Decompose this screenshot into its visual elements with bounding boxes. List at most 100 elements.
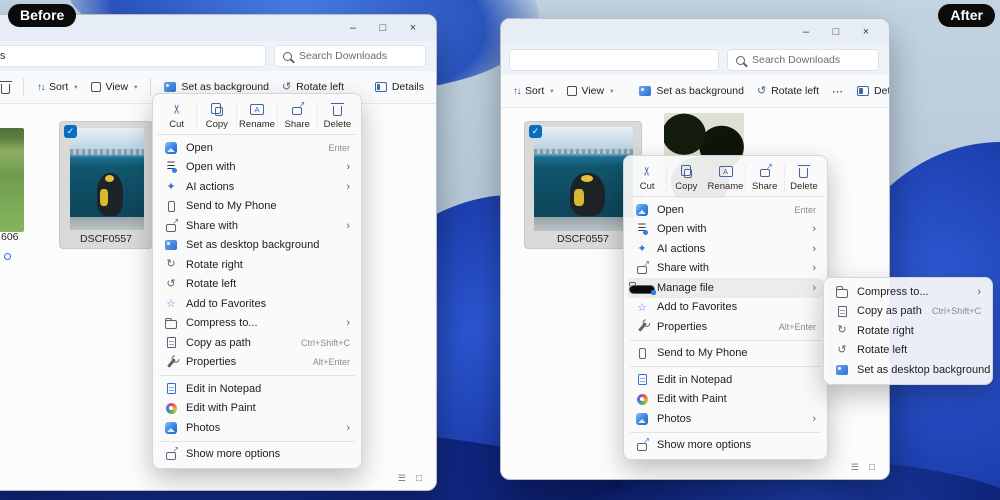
show-more-icon bbox=[166, 452, 176, 460]
paint-icon bbox=[166, 403, 177, 414]
search-box[interactable]: Search Downloads bbox=[727, 49, 879, 71]
search-box[interactable]: Search Downloads bbox=[274, 45, 426, 67]
menu-item-open[interactable]: OpenEnter bbox=[157, 138, 357, 158]
photo-diver bbox=[70, 128, 144, 230]
minimize-button[interactable]: – bbox=[791, 19, 821, 45]
menu-item-set-as-desktop-background[interactable]: Set as desktop background bbox=[157, 236, 357, 256]
command-bar: ✂Cut Copy Rename Share Delete bbox=[157, 98, 357, 135]
menu-item-edit-in-notepad[interactable]: Edit in Notepad bbox=[628, 370, 823, 390]
chevron-down-icon: ▾ bbox=[550, 87, 553, 95]
skyline bbox=[534, 149, 633, 154]
menu-item-rotate-left[interactable]: ↺Rotate left bbox=[157, 275, 357, 295]
sort-icon: ↑↓ bbox=[37, 82, 44, 93]
boat-edge bbox=[534, 217, 633, 231]
chevron-right-icon: › bbox=[809, 223, 816, 235]
sort-button[interactable]: ↑↓Sort▾ bbox=[513, 85, 554, 97]
notepad-icon bbox=[638, 374, 647, 385]
menu-item-send-to-my-phone[interactable]: Send to My Phone bbox=[157, 197, 357, 217]
cut-button[interactable]: ✂Cut bbox=[157, 102, 196, 130]
menu-item-add-to-favorites[interactable]: ☆Add to Favorites bbox=[157, 294, 357, 314]
menu-item-ai-actions[interactable]: ✦AI actions› bbox=[157, 177, 357, 197]
menu-item-properties[interactable]: PropertiesAlt+Enter bbox=[628, 317, 823, 337]
checkbox-checked[interactable]: ✓ bbox=[64, 125, 77, 138]
menu-item-show-more-options[interactable]: Show more options bbox=[157, 445, 357, 465]
file-thumbnail-selected[interactable]: ✓ DSCF0557 bbox=[59, 121, 153, 249]
submenu-item-compress-to[interactable]: Compress to...› bbox=[828, 282, 988, 302]
menu-item-rotate-right[interactable]: ↻Rotate right bbox=[157, 255, 357, 275]
share-button[interactable]: Share bbox=[745, 164, 784, 192]
menu-item-manage-file[interactable]: Manage file› bbox=[628, 278, 823, 298]
menu-item-properties[interactable]: PropertiesAlt+Enter bbox=[157, 353, 357, 373]
sort-button[interactable]: ↑↓Sort▾ bbox=[37, 81, 78, 93]
delete-button[interactable]: Delete bbox=[317, 102, 357, 130]
trash-icon bbox=[333, 106, 342, 116]
menu-item-edit-with-paint[interactable]: Edit with Paint bbox=[628, 390, 823, 410]
menu-item-open-with[interactable]: ☰Open with› bbox=[628, 220, 823, 240]
rename-button[interactable]: Rename bbox=[705, 164, 744, 192]
checkbox-checked[interactable]: ✓ bbox=[529, 125, 542, 138]
submenu-item-rotate-right[interactable]: ↻Rotate right bbox=[828, 321, 988, 341]
close-button[interactable]: × bbox=[398, 15, 428, 41]
phone-icon bbox=[168, 201, 175, 212]
thumbnail-view-toggle-icon[interactable]: □ bbox=[869, 462, 875, 473]
menu-item-edit-in-notepad[interactable]: Edit in Notepad bbox=[157, 379, 357, 399]
phone-icon bbox=[639, 348, 646, 359]
menu-separator bbox=[630, 340, 821, 341]
menu-item-share-with[interactable]: Share with› bbox=[628, 259, 823, 279]
chevron-right-icon: › bbox=[809, 262, 816, 274]
thumbnail-view-toggle-icon[interactable]: □ bbox=[416, 473, 422, 484]
list-view-toggle-icon[interactable]: ☰ bbox=[398, 473, 406, 484]
menu-item-share-with[interactable]: Share with› bbox=[157, 216, 357, 236]
photos-icon bbox=[165, 142, 177, 154]
address-bar[interactable] bbox=[509, 49, 719, 71]
before-badge: Before bbox=[8, 4, 76, 27]
menu-item-copy-as-path[interactable]: Copy as pathCtrl+Shift+C bbox=[157, 333, 357, 353]
copy-button[interactable]: Copy bbox=[666, 164, 705, 192]
share-icon bbox=[637, 266, 647, 274]
menu-item-compress-to[interactable]: Compress to...› bbox=[157, 314, 357, 334]
menu-item-edit-with-paint[interactable]: Edit with Paint bbox=[157, 399, 357, 419]
submenu-item-set-as-desktop-background[interactable]: Set as desktop background bbox=[828, 360, 988, 380]
menu-item-ai-actions[interactable]: ✦AI actions› bbox=[628, 239, 823, 259]
minimize-button[interactable]: – bbox=[338, 15, 368, 41]
cut-button[interactable]: ✂Cut bbox=[628, 164, 666, 192]
document-icon bbox=[167, 337, 176, 348]
share-button[interactable]: Share bbox=[277, 102, 317, 130]
open-with-icon: ☰ bbox=[638, 224, 647, 234]
delete-button[interactable]: Delete bbox=[784, 164, 823, 192]
view-button[interactable]: View▾ bbox=[567, 85, 614, 97]
delete-toolbar-button[interactable] bbox=[1, 81, 10, 94]
submenu-item-copy-as-path[interactable]: Copy as pathCtrl+Shift+C bbox=[828, 302, 988, 322]
menu-item-open[interactable]: OpenEnter bbox=[628, 200, 823, 220]
menu-item-send-to-my-phone[interactable]: Send to My Phone bbox=[628, 344, 823, 364]
menu-item-show-more-options[interactable]: Show more options bbox=[628, 436, 823, 456]
maximize-button[interactable]: □ bbox=[821, 19, 851, 45]
rotate-left-button[interactable]: ↺Rotate left bbox=[757, 85, 819, 97]
rotate-left-button[interactable]: ↺Rotate left bbox=[282, 81, 344, 93]
chevron-right-icon: › bbox=[343, 161, 350, 173]
set-as-background-button[interactable]: Set as background bbox=[164, 81, 269, 93]
rename-button[interactable]: Rename bbox=[236, 102, 276, 130]
file-thumbnail-golf[interactable] bbox=[0, 128, 24, 232]
details-button[interactable]: Details bbox=[375, 81, 424, 93]
search-placeholder: Search Downloads bbox=[752, 54, 840, 66]
copy-button[interactable]: Copy bbox=[196, 102, 236, 130]
address-bar[interactable]: Downloads bbox=[0, 45, 266, 67]
maximize-button[interactable]: □ bbox=[368, 15, 398, 41]
menu-item-add-to-favorites[interactable]: ☆Add to Favorites bbox=[628, 298, 823, 318]
close-button[interactable]: × bbox=[851, 19, 881, 45]
menu-item-open-with[interactable]: ☰Open with› bbox=[157, 158, 357, 178]
rename-icon bbox=[719, 166, 733, 177]
more-options-button[interactable]: ⋯ bbox=[832, 85, 844, 98]
set-as-background-button[interactable]: Set as background bbox=[639, 85, 744, 97]
address-text: Downloads bbox=[0, 50, 5, 62]
titlebar[interactable]: – □ × bbox=[501, 19, 889, 45]
submenu-item-rotate-left[interactable]: ↺Rotate left bbox=[828, 341, 988, 361]
file-label: 606 bbox=[1, 231, 19, 243]
view-button[interactable]: View▾ bbox=[91, 81, 138, 93]
context-menu-before: ✂Cut Copy Rename Share Delete OpenEnter … bbox=[152, 93, 362, 469]
details-button[interactable]: Details bbox=[857, 85, 890, 97]
list-view-toggle-icon[interactable]: ☰ bbox=[851, 462, 859, 473]
menu-item-photos[interactable]: Photos› bbox=[628, 409, 823, 429]
menu-item-photos[interactable]: Photos› bbox=[157, 418, 357, 438]
